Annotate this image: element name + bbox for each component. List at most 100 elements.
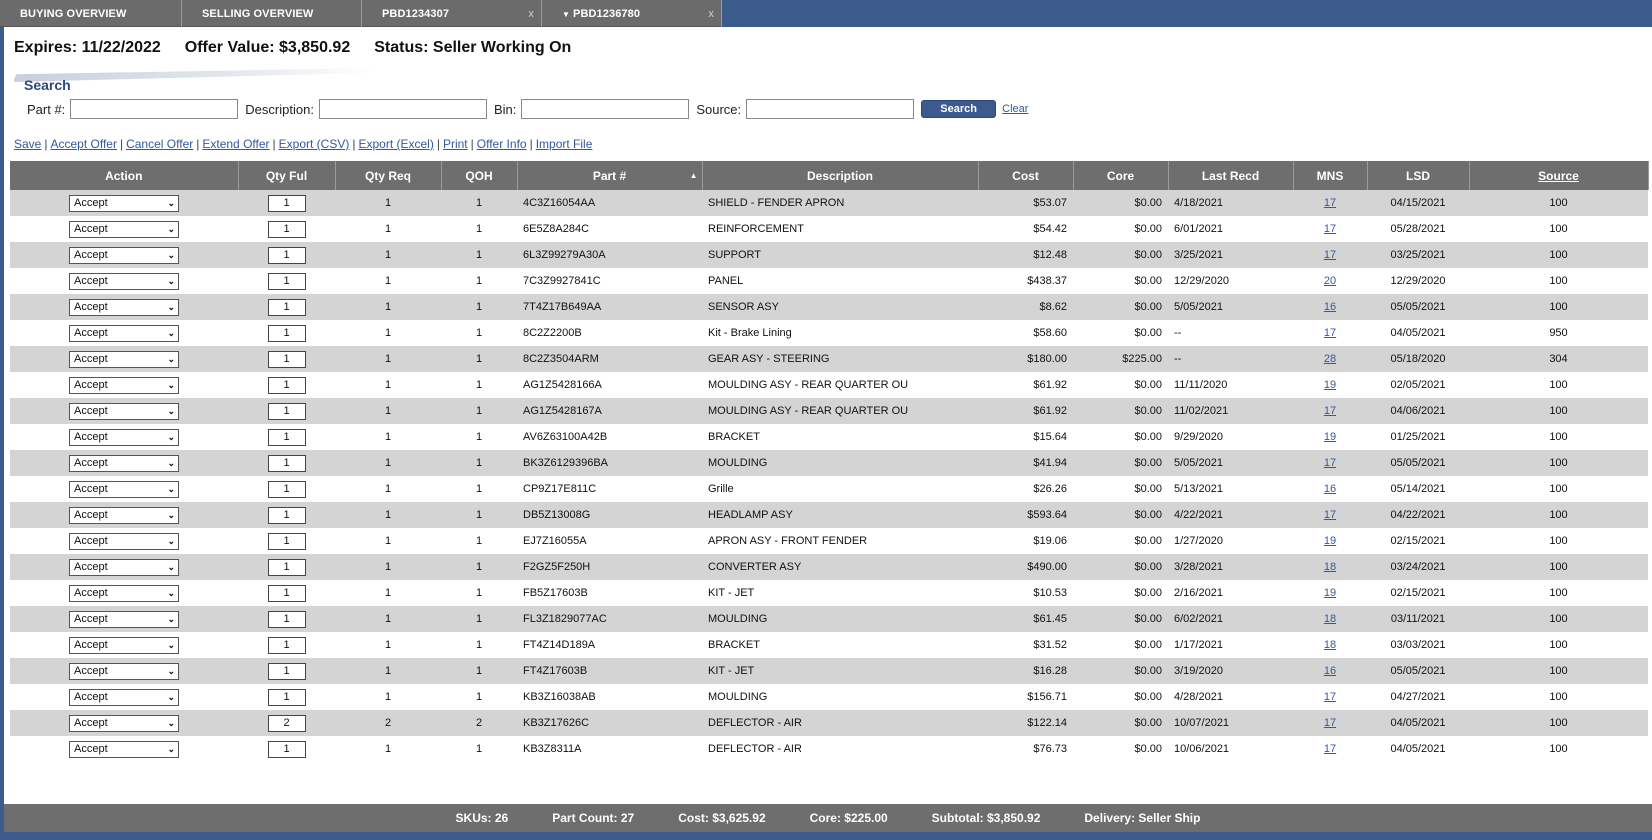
qty-ful-input[interactable]: 1 — [267, 350, 306, 368]
col-header-lsd[interactable]: LSD — [1367, 161, 1470, 190]
action-select[interactable]: Accept ⌄ — [69, 740, 179, 758]
qty-ful-input[interactable]: 1 — [267, 298, 306, 316]
action-select[interactable]: Accept ⌄ — [69, 688, 179, 706]
qty-ful-input[interactable]: 1 — [267, 558, 306, 576]
qty-ful-input[interactable]: 1 — [267, 584, 306, 602]
cell-last-recd: -- — [1168, 320, 1293, 346]
qty-ful-input[interactable]: 1 — [267, 272, 306, 290]
mns-link[interactable]: 16 — [1324, 301, 1336, 313]
action-select[interactable]: Accept ⌄ — [69, 584, 179, 602]
mns-link[interactable]: 17 — [1324, 197, 1336, 209]
action-select[interactable]: Accept ⌄ — [69, 610, 179, 628]
qty-ful-input[interactable]: 1 — [267, 454, 306, 472]
mns-link[interactable]: 18 — [1324, 561, 1336, 573]
qty-ful-input[interactable]: 1 — [267, 610, 306, 628]
qty-ful-input[interactable]: 1 — [267, 636, 306, 654]
bin-input[interactable] — [521, 99, 690, 119]
action-select[interactable]: Accept ⌄ — [69, 662, 179, 680]
action-link-import-file[interactable]: Import File — [536, 137, 593, 151]
col-header-qty-req[interactable]: Qty Req — [335, 161, 442, 190]
mns-link[interactable]: 28 — [1324, 353, 1336, 365]
close-tab-icon[interactable]: x — [708, 0, 714, 28]
mns-link[interactable]: 17 — [1324, 405, 1336, 417]
action-link-export-excel[interactable]: Export (Excel) — [358, 137, 433, 151]
mns-link[interactable]: 19 — [1324, 379, 1336, 391]
action-select[interactable]: Accept ⌄ — [69, 558, 179, 576]
mns-link[interactable]: 19 — [1324, 431, 1336, 443]
qty-ful-input[interactable]: 1 — [267, 402, 306, 420]
qty-ful-input[interactable]: 1 — [267, 662, 306, 680]
mns-link[interactable]: 17 — [1324, 249, 1336, 261]
source-input[interactable] — [746, 99, 915, 119]
action-link-export-csv[interactable]: Export (CSV) — [279, 137, 350, 151]
mns-link[interactable]: 17 — [1324, 509, 1336, 521]
qty-ful-input[interactable]: 1 — [267, 220, 306, 238]
action-link-accept-offer[interactable]: Accept Offer — [50, 137, 116, 151]
mns-link[interactable]: 18 — [1324, 613, 1336, 625]
tab-pbd1234307[interactable]: PBD1234307 x — [362, 0, 542, 27]
action-select[interactable]: Accept ⌄ — [69, 298, 179, 316]
action-select[interactable]: Accept ⌄ — [69, 402, 179, 420]
col-header-part[interactable]: Part # ▲ — [517, 161, 703, 190]
mns-link[interactable]: 16 — [1324, 483, 1336, 495]
action-link-offer-info[interactable]: Offer Info — [477, 137, 527, 151]
action-link-cancel-offer[interactable]: Cancel Offer — [126, 137, 193, 151]
action-select[interactable]: Accept ⌄ — [69, 532, 179, 550]
action-select[interactable]: Accept ⌄ — [69, 194, 179, 212]
mns-link[interactable]: 17 — [1324, 717, 1336, 729]
search-button[interactable]: Search — [921, 100, 997, 118]
action-select-value: Accept — [74, 509, 108, 521]
action-link-print[interactable]: Print — [443, 137, 468, 151]
qty-ful-input[interactable]: 1 — [267, 194, 306, 212]
mns-link[interactable]: 19 — [1324, 587, 1336, 599]
action-select[interactable]: Accept ⌄ — [69, 376, 179, 394]
action-select[interactable]: Accept ⌄ — [69, 272, 179, 290]
action-link-save[interactable]: Save — [14, 137, 41, 151]
action-select[interactable]: Accept ⌄ — [69, 428, 179, 446]
col-header-qoh[interactable]: QOH — [441, 161, 518, 190]
qty-ful-input[interactable]: 2 — [267, 714, 306, 732]
clear-link[interactable]: Clear — [1002, 103, 1028, 115]
action-select[interactable]: Accept ⌄ — [69, 506, 179, 524]
action-link-extend-offer[interactable]: Extend Offer — [202, 137, 269, 151]
mns-link[interactable]: 19 — [1324, 535, 1336, 547]
col-header-source[interactable]: Source — [1469, 161, 1649, 190]
col-header-description[interactable]: Description — [702, 161, 979, 190]
tab-buying-overview[interactable]: BUYING OVERVIEW — [0, 0, 182, 27]
mns-link[interactable]: 17 — [1324, 691, 1336, 703]
col-header-mns[interactable]: MNS — [1293, 161, 1368, 190]
mns-link[interactable]: 16 — [1324, 665, 1336, 677]
col-header-cost[interactable]: Cost — [978, 161, 1074, 190]
qty-ful-input[interactable]: 1 — [267, 480, 306, 498]
col-header-last-recd[interactable]: Last Recd — [1168, 161, 1294, 190]
part-number-input[interactable] — [70, 99, 239, 119]
qty-ful-input[interactable]: 1 — [267, 246, 306, 264]
tab-selling-overview[interactable]: SELLING OVERVIEW — [182, 0, 362, 27]
action-select[interactable]: Accept ⌄ — [69, 480, 179, 498]
qty-ful-input[interactable]: 1 — [267, 376, 306, 394]
description-input[interactable] — [318, 99, 487, 119]
close-tab-icon[interactable]: x — [528, 0, 534, 28]
mns-link[interactable]: 17 — [1324, 743, 1336, 755]
action-select[interactable]: Accept ⌄ — [69, 246, 179, 264]
mns-link[interactable]: 20 — [1324, 275, 1336, 287]
qty-ful-input[interactable]: 1 — [267, 324, 306, 342]
col-header-core[interactable]: Core — [1073, 161, 1169, 190]
action-select[interactable]: Accept ⌄ — [69, 454, 179, 472]
qty-ful-input[interactable]: 1 — [267, 688, 306, 706]
action-select[interactable]: Accept ⌄ — [69, 324, 179, 342]
qty-ful-input[interactable]: 1 — [267, 506, 306, 524]
qty-ful-input[interactable]: 1 — [267, 532, 306, 550]
qty-ful-input[interactable]: 1 — [267, 428, 306, 446]
action-select[interactable]: Accept ⌄ — [69, 220, 179, 238]
mns-link[interactable]: 18 — [1324, 639, 1336, 651]
tab-pbd1236780[interactable]: ▼ PBD1236780 x — [542, 0, 722, 27]
col-header-qty-ful[interactable]: Qty Ful — [238, 161, 336, 190]
mns-link[interactable]: 17 — [1324, 327, 1336, 339]
action-select[interactable]: Accept ⌄ — [69, 714, 179, 732]
action-select[interactable]: Accept ⌄ — [69, 636, 179, 654]
mns-link[interactable]: 17 — [1324, 457, 1336, 469]
mns-link[interactable]: 17 — [1324, 223, 1336, 235]
qty-ful-input[interactable]: 1 — [267, 740, 306, 758]
action-select[interactable]: Accept ⌄ — [69, 350, 179, 368]
